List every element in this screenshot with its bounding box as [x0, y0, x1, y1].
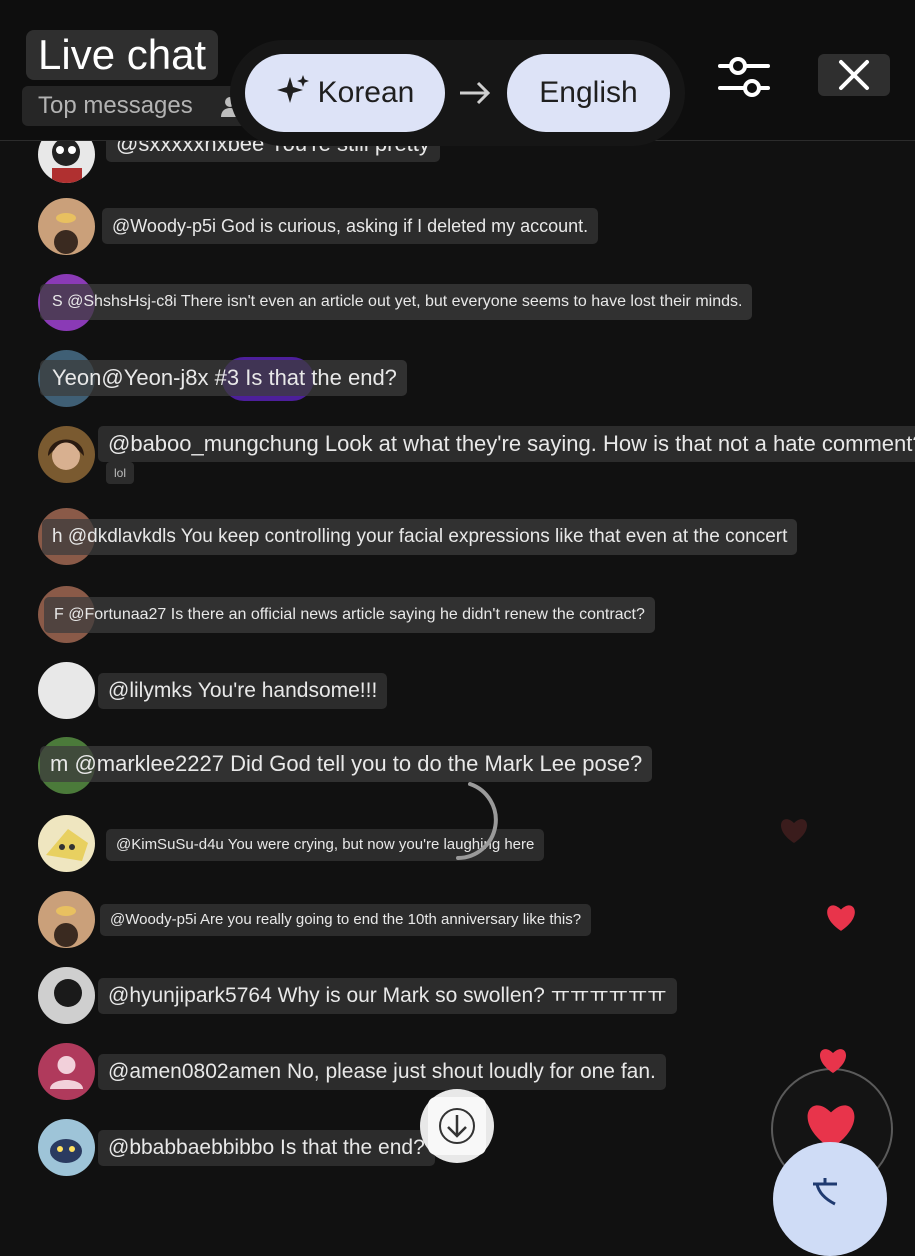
- target-language-button[interactable]: English: [507, 54, 670, 132]
- message-author: @Fortunaa27: [68, 606, 167, 623]
- arrow-right-icon: [460, 81, 491, 105]
- floating-heart-icon: [780, 819, 808, 843]
- translate-icon: [813, 1178, 837, 1206]
- top-messages-label: Top messages: [38, 92, 193, 119]
- message-author: @Woody-p5i: [112, 216, 216, 236]
- message-bubble: h @dkdlavkdls You keep controlling your …: [42, 519, 798, 555]
- message-author: @ShshsHsj-c8i: [67, 293, 177, 310]
- source-language-button[interactable]: Korean: [245, 54, 445, 132]
- message-author: @sxxxxxnxbee: [116, 140, 265, 156]
- message-text: There isn't even an article out yet, but…: [180, 293, 743, 310]
- chat-message-list[interactable]: @sxxxxxnxbee You're still pretty @Woody-…: [0, 140, 915, 1200]
- message-bubble: F @Fortunaa27 Is there an official news …: [44, 597, 655, 633]
- message-bubble: @Woody-p5i God is curious, asking if I d…: [102, 208, 599, 244]
- message-author: @amen0802amen: [108, 1060, 282, 1083]
- message-bubble: @baboo_mungchung Look at what they're sa…: [98, 426, 915, 462]
- message-bubble: @Woody-p5i Are you really going to end t…: [100, 904, 592, 936]
- floating-heart-icon: [827, 905, 855, 931]
- close-icon: [839, 60, 869, 90]
- sparkle-icon: [276, 75, 309, 103]
- avatar-letter: m: [50, 751, 69, 776]
- message-sub-label: lol: [106, 462, 135, 484]
- message-text: Is there an official news article saying…: [170, 606, 645, 623]
- message-text: God is curious, asking if I deleted my a…: [221, 216, 589, 236]
- message-bubble: @amen0802amen No, please just shout loud…: [98, 1054, 666, 1090]
- message-text: Why is our Mark so swollen? ㅠㅠㅠㅠㅠㅠ: [277, 984, 667, 1007]
- floating-heart-icon: [819, 1049, 847, 1073]
- message-text: Is that the end?: [279, 1136, 425, 1159]
- message-bubble: @lilymks You're handsome!!!: [98, 673, 388, 709]
- scroll-to-bottom-button[interactable]: [420, 1089, 494, 1163]
- message-text: #3 Is that the end?: [214, 365, 397, 390]
- message-bubble: Yeon@Yeon-j8x #3 Is that the end?: [40, 360, 407, 396]
- message-text: You keep controlling your facial express…: [180, 526, 788, 547]
- avatar: [38, 662, 95, 719]
- message-text: No, please just shout loudly for one fan…: [286, 1060, 656, 1083]
- message-text: Did God tell you to do the Mark Lee pose…: [230, 751, 643, 776]
- avatar: [38, 1119, 95, 1176]
- message-author: @dkdlavkdls: [67, 526, 176, 547]
- message-author: @bbabbaebbibbo: [108, 1136, 275, 1159]
- message-bubble: @bbabbaebbibbo Is that the end?: [98, 1130, 435, 1166]
- page-title: Live chat: [26, 30, 219, 80]
- message-bubble: S @ShshsHsj-c8i There isn't even an arti…: [40, 284, 753, 320]
- target-language-label: English: [539, 76, 638, 109]
- translate-fab-button[interactable]: [773, 1142, 887, 1256]
- avatar-letter: F: [54, 606, 64, 623]
- message-author: @marklee2227: [74, 751, 224, 776]
- message-author: @Yeon-j8x: [101, 365, 209, 390]
- loading-spinner: [456, 782, 498, 860]
- source-language-label: Korean: [317, 76, 415, 109]
- message-text: Are you really going to end the 10th ann…: [200, 911, 582, 928]
- arrow-down-icon: [439, 1108, 475, 1144]
- message-text: Look at what they're saying. How is that…: [324, 431, 915, 456]
- avatar-letter: h: [52, 526, 63, 547]
- message-author: @hyunjipark5764: [108, 984, 272, 1007]
- translation-language-bar: Korean English: [230, 40, 685, 146]
- message-author: @lilymks: [108, 679, 193, 702]
- avatar-letter: Yeon: [52, 365, 102, 390]
- message-bubble: @hyunjipark5764 Why is our Mark so swoll…: [98, 978, 677, 1014]
- message-author: @baboo_mungchung: [108, 431, 319, 456]
- message-author: @KimSuSu-d4u: [116, 836, 224, 853]
- avatar: [38, 140, 95, 183]
- avatar: [38, 198, 95, 255]
- avatar: [38, 815, 95, 872]
- message-author: @Woody-p5i: [110, 911, 197, 928]
- message-text: You're handsome!!!: [197, 679, 378, 702]
- scroll-to-bottom-surface: [428, 1097, 486, 1155]
- avatar-letter: S: [52, 293, 63, 310]
- avatar: [38, 1043, 95, 1100]
- top-messages-dropdown[interactable]: Top messages: [22, 86, 252, 126]
- avatar: [38, 967, 95, 1024]
- avatar: [38, 891, 95, 948]
- message-bubble: m @marklee2227 Did God tell you to do th…: [40, 746, 653, 782]
- close-button[interactable]: [818, 54, 890, 96]
- avatar: [38, 426, 95, 483]
- filter-sliders-icon[interactable]: [716, 52, 772, 102]
